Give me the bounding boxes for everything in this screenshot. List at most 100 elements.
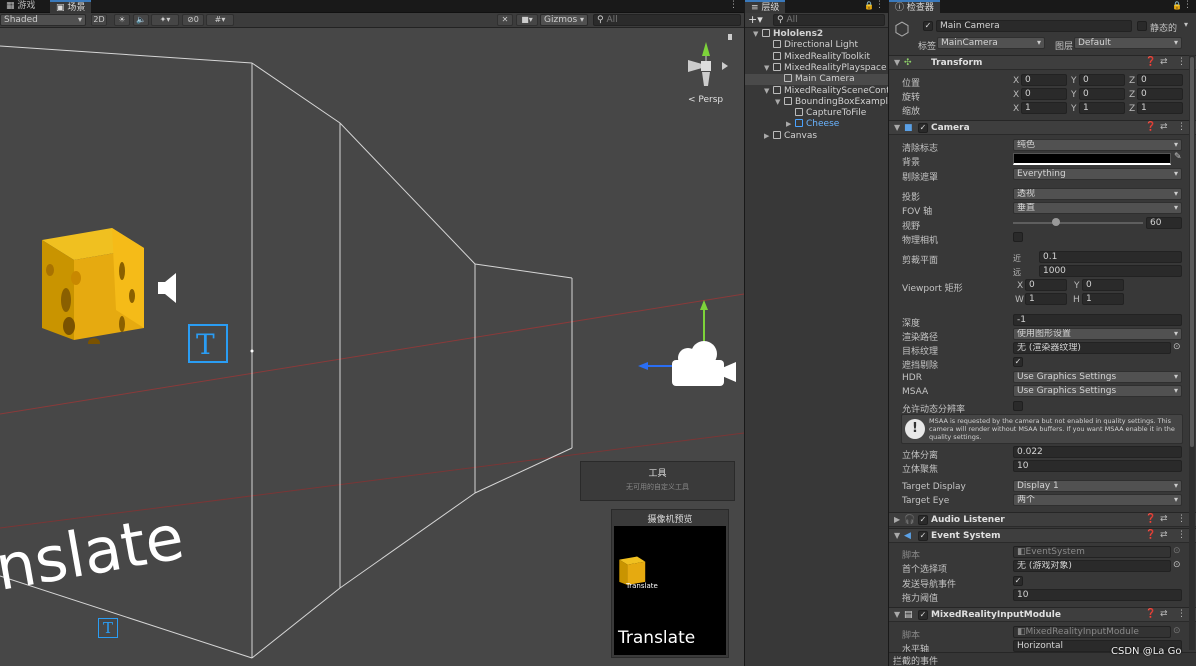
axis-y-tag[interactable]: Y — [1071, 90, 1077, 100]
grid-dropdown-icon[interactable]: #▾ — [206, 14, 234, 26]
dynamic-resolution-checkbox[interactable] — [1013, 401, 1023, 411]
transform-z-field[interactable]: 0 — [1137, 74, 1183, 86]
hierarchy-menu-icon[interactable]: ⋮ — [875, 0, 884, 10]
transform-y-field[interactable]: 1 — [1079, 102, 1125, 114]
active-checkbox[interactable]: ✓ — [923, 21, 933, 31]
axis-z-tag[interactable]: Z — [1129, 76, 1135, 86]
text-gizmo-small-icon[interactable]: T — [98, 618, 118, 638]
audio-toggle-icon[interactable]: 🔈 — [133, 14, 149, 26]
send-navigation-checkbox[interactable]: ✓ — [1013, 576, 1023, 586]
hierarchy-item[interactable]: Directional Light — [745, 40, 888, 51]
fold-arrow-icon[interactable]: ▼ — [753, 29, 762, 40]
culling-mask-dropdown[interactable]: Everything — [1013, 168, 1182, 180]
axis-y-tag[interactable]: Y — [1071, 104, 1077, 114]
orientation-gizmo[interactable] — [682, 34, 732, 94]
transform-z-field[interactable]: 0 — [1137, 88, 1183, 100]
target-eye-dropdown[interactable]: 两个 — [1013, 494, 1182, 506]
projection-dropdown[interactable]: 透视 — [1013, 188, 1182, 200]
fold-arrow-icon[interactable]: ▼ — [764, 86, 773, 97]
drag-threshold-field[interactable]: 10 — [1013, 589, 1182, 601]
camera-gizmo[interactable] — [630, 294, 740, 394]
preset-icon[interactable]: ⇄ — [1160, 122, 1168, 132]
transform-x-field[interactable]: 0 — [1021, 88, 1067, 100]
preset-icon[interactable]: ⇄ — [1160, 609, 1168, 619]
effects-dropdown-icon[interactable]: ✦▾ — [151, 14, 179, 26]
object-picker-icon[interactable]: ⊙ — [1173, 560, 1181, 570]
event-system-checkbox[interactable]: ✓ — [918, 531, 928, 541]
viewport-w-field[interactable]: 1 — [1025, 293, 1067, 305]
camera-dropdown-icon[interactable]: ■▾ — [516, 14, 538, 26]
stereo-convergence-field[interactable]: 10 — [1013, 460, 1182, 472]
fov-slider[interactable] — [1013, 218, 1143, 226]
fold-arrow-icon[interactable]: ▼ — [894, 123, 900, 132]
tag-dropdown[interactable]: MainCamera — [937, 37, 1045, 49]
static-dropdown-icon[interactable]: ▾ — [1184, 20, 1188, 29]
hierarchy-item[interactable]: ▼ MixedRealityPlayspace — [745, 62, 888, 74]
transform-y-field[interactable]: 0 — [1079, 88, 1125, 100]
inspector-scrollbar-thumb[interactable] — [1190, 57, 1194, 447]
fold-arrow-icon[interactable]: ▶ — [894, 515, 900, 524]
axis-z-tag[interactable]: Z — [1129, 90, 1135, 100]
transform-y-field[interactable]: 0 — [1079, 74, 1125, 86]
cheese-object[interactable] — [36, 218, 148, 344]
stereo-separation-field[interactable]: 0.022 — [1013, 446, 1182, 458]
target-display-dropdown[interactable]: Display 1 — [1013, 480, 1182, 492]
toggle-2d-button[interactable]: 2D — [91, 14, 107, 26]
axis-x-tag[interactable]: X — [1013, 104, 1019, 114]
fold-arrow-icon[interactable]: ▶ — [764, 131, 773, 142]
first-selected-field[interactable]: 无 (游戏对象) — [1013, 560, 1171, 572]
hierarchy-item[interactable]: ▼ Hololens2 — [745, 29, 888, 40]
hierarchy-item[interactable]: MixedRealityToolkit — [745, 51, 888, 63]
viewport-y-field[interactable]: 0 — [1082, 279, 1124, 291]
background-color-swatch[interactable] — [1013, 153, 1171, 165]
hidden-objects-button[interactable]: ⊘0 — [182, 14, 204, 26]
help-icon[interactable]: ❓ — [1145, 530, 1156, 540]
scene-menu-icon[interactable]: ⋮ — [729, 0, 738, 10]
depth-field[interactable]: -1 — [1013, 314, 1182, 326]
lock-icon[interactable]: 🔒 — [864, 1, 874, 10]
clear-flags-dropdown[interactable]: 纯色 — [1013, 139, 1182, 151]
viewport-x-field[interactable]: 0 — [1025, 279, 1067, 291]
hierarchy-item[interactable]: ▶ Cheese — [745, 119, 888, 130]
tools-icon[interactable]: ✕ — [497, 14, 513, 26]
add-object-icon[interactable]: +▾ — [748, 13, 763, 26]
tab-inspector[interactable]: ⓘ 检查器 — [889, 0, 940, 13]
target-texture-field[interactable]: 无 (渲染器纹理) — [1013, 342, 1171, 354]
preset-icon[interactable]: ⇄ — [1160, 530, 1168, 540]
eyedropper-icon[interactable]: ✎ — [1174, 152, 1182, 162]
far-field[interactable]: 1000 — [1039, 265, 1182, 277]
fold-arrow-icon[interactable]: ▶ — [786, 119, 795, 130]
camera-header[interactable]: ▼ ■ ✓ Camera ❓ ⇄ ⋮ — [889, 120, 1196, 135]
fov-axis-dropdown[interactable]: 垂直 — [1013, 202, 1182, 214]
camera-enabled-checkbox[interactable]: ✓ — [918, 123, 928, 133]
component-menu-icon[interactable]: ⋮ — [1177, 609, 1186, 619]
preset-icon[interactable]: ⇄ — [1160, 514, 1168, 524]
fov-slider-thumb[interactable] — [1051, 218, 1060, 226]
object-picker-icon[interactable]: ⊙ — [1173, 342, 1181, 352]
event-system-header[interactable]: ▼ ◀ ✓ Event System ❓ ⇄ ⋮ — [889, 528, 1196, 543]
component-menu-icon[interactable]: ⋮ — [1177, 530, 1186, 540]
viewport-h-field[interactable]: 1 — [1082, 293, 1124, 305]
audio-listener-header[interactable]: ▶ 🎧 ✓ Audio Listener ❓ ⇄ ⋮ — [889, 512, 1196, 527]
gizmos-dropdown[interactable]: Gizmos — [540, 14, 588, 26]
transform-z-field[interactable]: 1 — [1137, 102, 1183, 114]
help-icon[interactable]: ❓ — [1145, 514, 1156, 524]
hierarchy-item[interactable]: ▼ BoundingBoxExample — [745, 96, 888, 108]
msaa-dropdown[interactable]: Use Graphics Settings — [1013, 385, 1182, 397]
component-menu-icon[interactable]: ⋮ — [1177, 514, 1186, 524]
transform-header[interactable]: ▼ ✣ Transform ❓ ⇄ ⋮ — [889, 55, 1196, 70]
static-checkbox[interactable] — [1137, 21, 1147, 31]
physical-camera-checkbox[interactable] — [1013, 232, 1023, 242]
fold-arrow-icon[interactable]: ▼ — [775, 97, 784, 108]
tab-scene[interactable]: ▣ 场景 — [50, 0, 92, 13]
persp-label[interactable]: < Persp — [688, 95, 723, 105]
scene-viewport[interactable]: T T nslate < Persp 工具 无可用的自定义工具 摄像机预览 Tr… — [0, 28, 744, 666]
input-module-checkbox[interactable]: ✓ — [918, 610, 928, 620]
hierarchy-search-input[interactable]: ⚲ All — [773, 14, 885, 26]
text-gizmo-icon[interactable]: T — [188, 324, 228, 363]
fold-arrow-icon[interactable]: ▼ — [894, 58, 900, 67]
hdr-dropdown[interactable]: Use Graphics Settings — [1013, 371, 1182, 383]
object-name-field[interactable]: Main Camera — [936, 20, 1132, 32]
hierarchy-item[interactable]: CaptureToFile — [745, 108, 888, 119]
help-icon[interactable]: ❓ — [1145, 609, 1156, 619]
